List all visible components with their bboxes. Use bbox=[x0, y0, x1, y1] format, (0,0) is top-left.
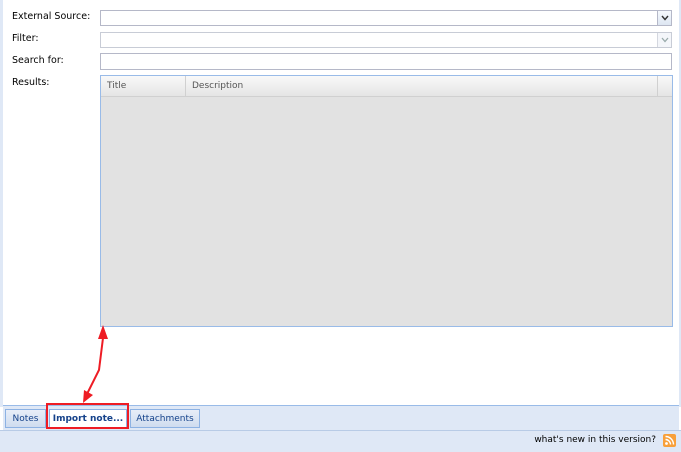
filter-combo[interactable] bbox=[100, 32, 672, 48]
annotation-highlight-box bbox=[46, 403, 129, 429]
external-source-combo[interactable] bbox=[100, 10, 672, 26]
rss-feed-icon[interactable] bbox=[663, 434, 676, 447]
status-footer: what's new in this version? bbox=[0, 430, 681, 452]
panel-left-border bbox=[0, 0, 3, 407]
grid-header: Title Description bbox=[101, 76, 672, 97]
tab-attachments[interactable]: Attachments bbox=[130, 409, 200, 428]
chevron-down-icon[interactable] bbox=[657, 11, 671, 25]
whats-new-link[interactable]: what's new in this version? bbox=[534, 435, 656, 445]
search-label: Search for: bbox=[12, 55, 64, 66]
results-grid[interactable]: Title Description bbox=[100, 75, 673, 327]
filter-label: Filter: bbox=[12, 33, 39, 44]
external-source-label: External Source: bbox=[12, 11, 91, 22]
search-input[interactable] bbox=[100, 53, 672, 70]
results-label: Results: bbox=[12, 77, 50, 88]
column-header-title[interactable]: Title bbox=[101, 76, 186, 96]
column-header-description[interactable]: Description bbox=[186, 76, 658, 96]
tab-notes[interactable]: Notes bbox=[5, 409, 46, 428]
chevron-down-icon[interactable] bbox=[657, 33, 671, 47]
